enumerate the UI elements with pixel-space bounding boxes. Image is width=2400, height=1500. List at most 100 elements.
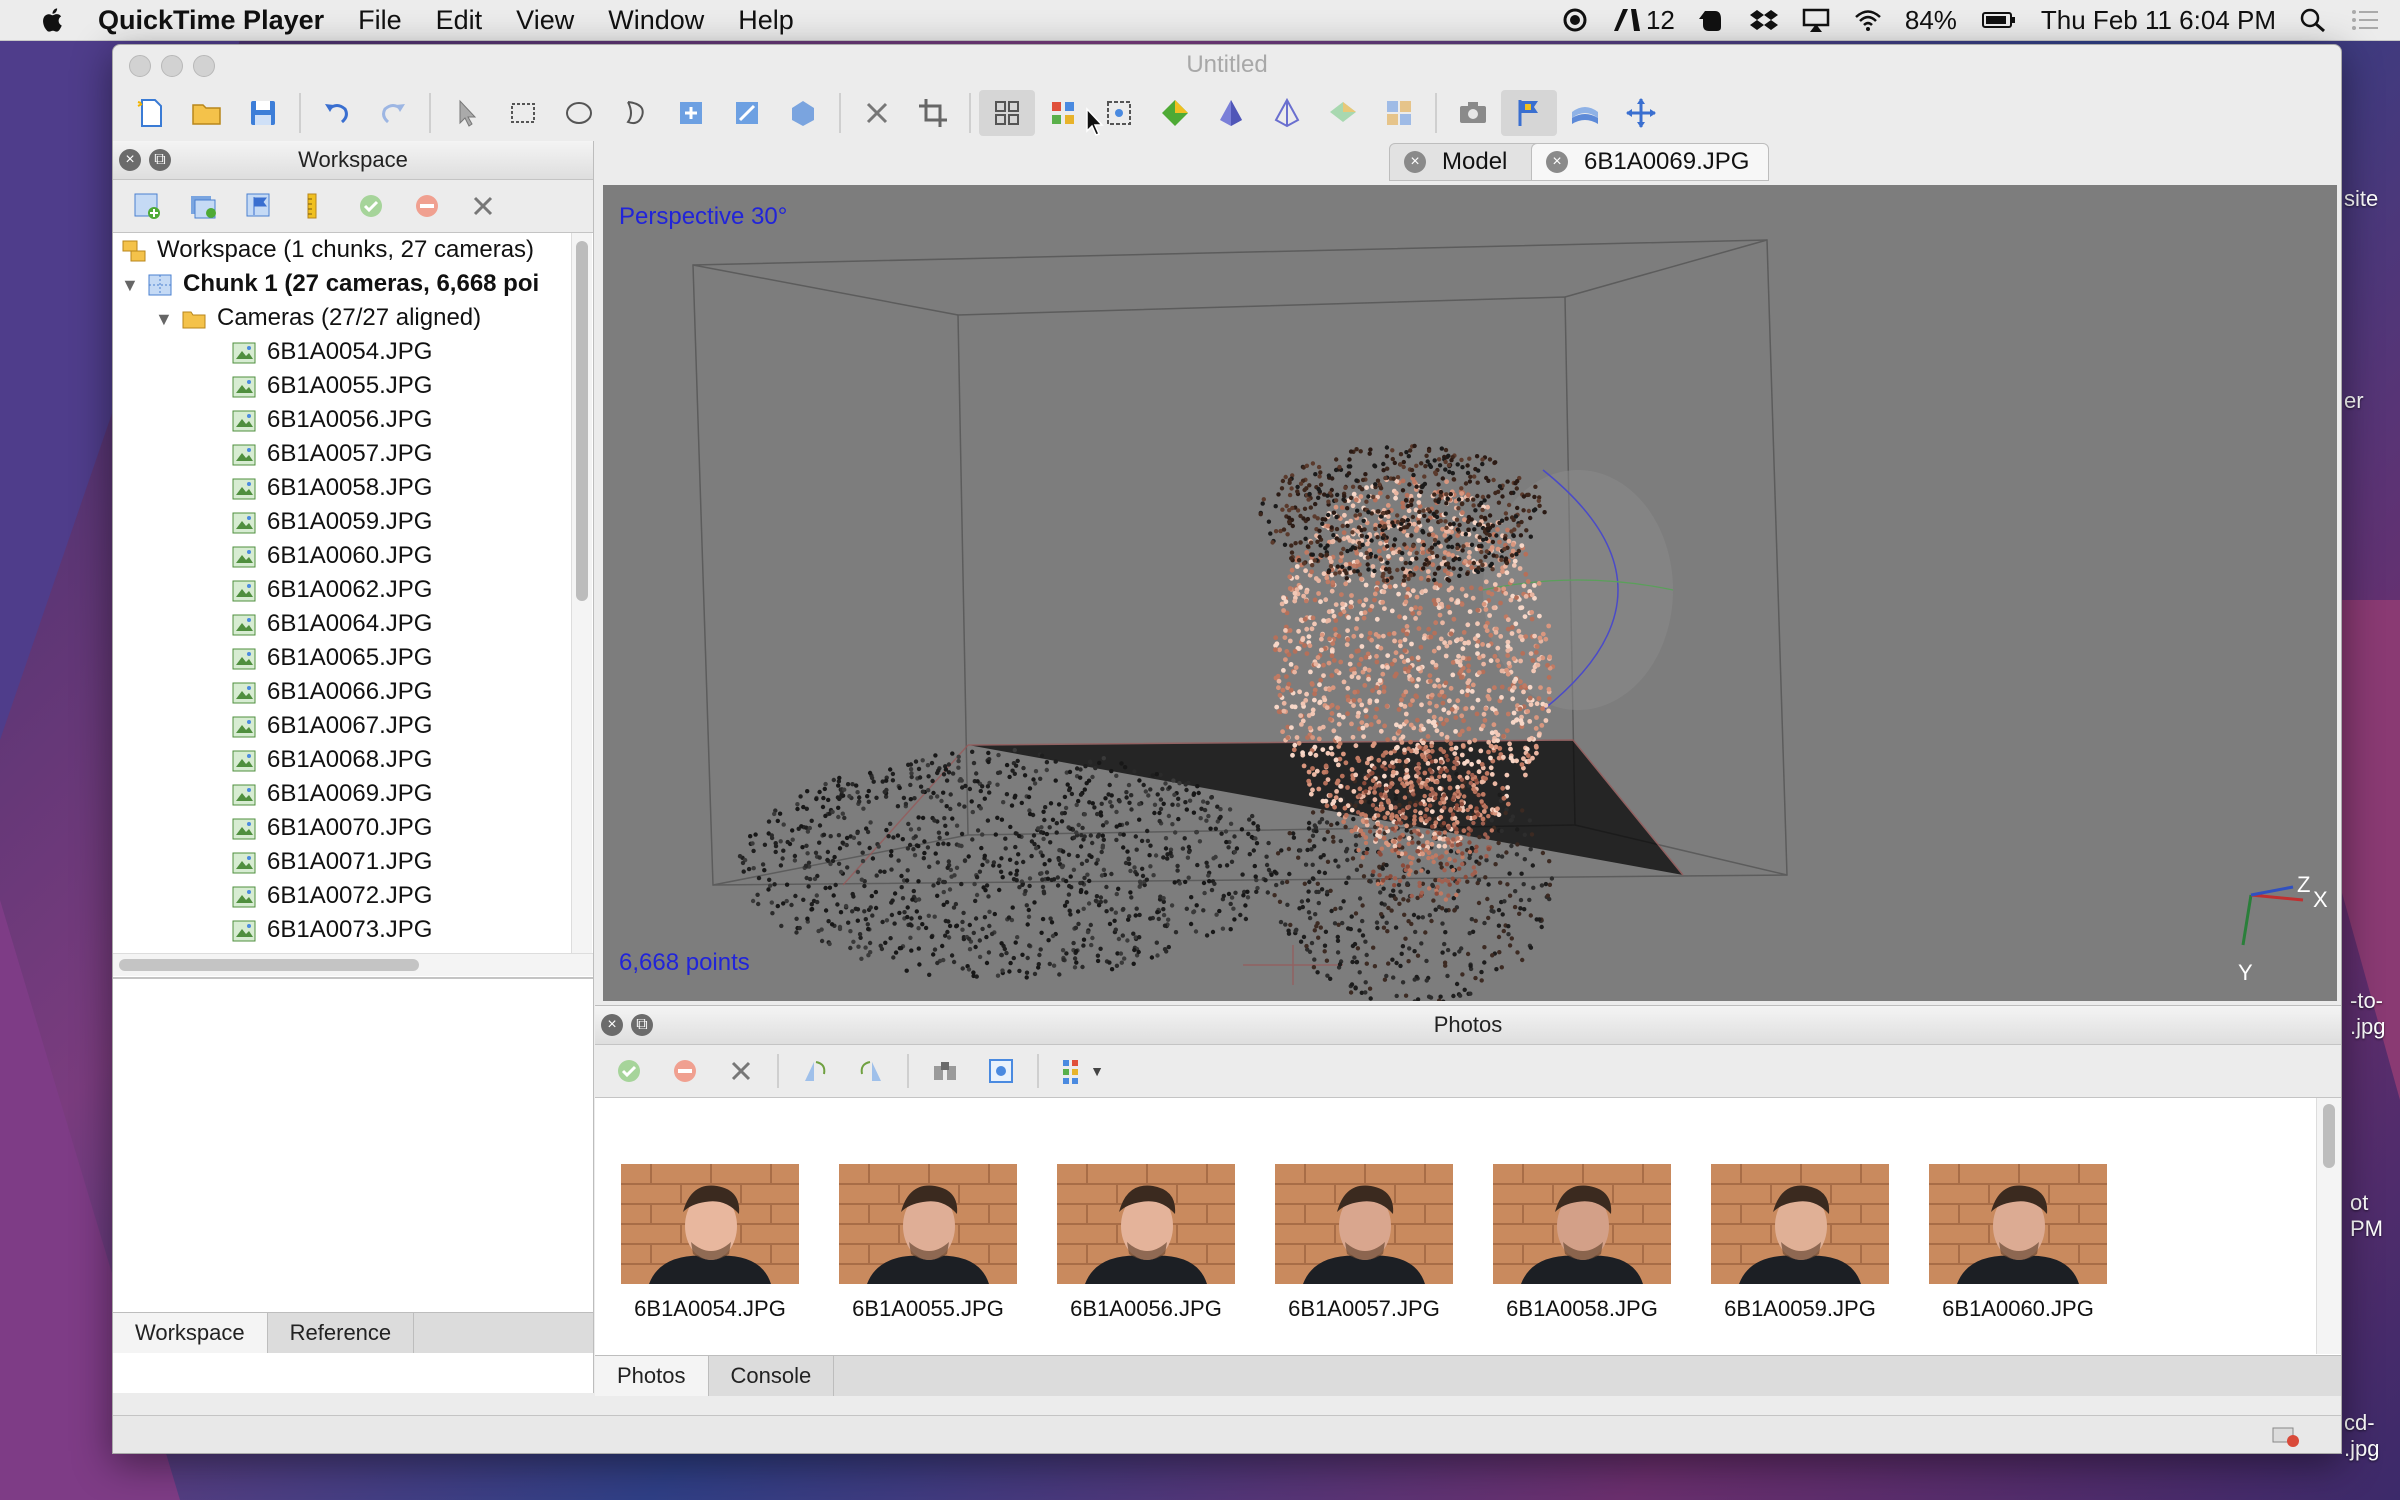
rotate-left-button[interactable] [843,1049,899,1093]
tree-chunk[interactable]: ▼ Chunk 1 (27 cameras, 6,668 poi [113,267,571,301]
desktop-file-label[interactable]: er [2344,388,2364,414]
tree-cameras-folder[interactable]: ▼ Cameras (27/27 aligned) [113,301,571,335]
app-menu[interactable]: QuickTime Player [98,5,324,36]
undo-button[interactable] [309,90,365,136]
tab-photo-view[interactable]: × 6B1A0069.JPG [1531,143,1769,181]
record-icon[interactable] [1560,7,1590,33]
camera-item[interactable]: 6B1A0067.JPG [113,709,571,743]
photo-thumbnail[interactable] [1711,1164,1889,1284]
float-panel-button[interactable]: ⧉ [149,149,171,171]
photo-thumbnail[interactable] [1493,1164,1671,1284]
camera-item[interactable]: 6B1A0059.JPG [113,505,571,539]
float-panel-button[interactable]: ⧉ [631,1014,653,1036]
menu-view[interactable]: View [516,5,574,36]
desktop-file-label[interactable]: site [2344,186,2378,212]
menu-file[interactable]: File [358,5,402,36]
remove-cameras-button[interactable] [713,1049,769,1093]
zoom-window-button[interactable] [193,55,215,77]
desktop-file-label[interactable]: cd- .jpg [2344,1410,2379,1462]
add-marker-button[interactable] [231,184,287,228]
view-photo-button[interactable] [973,1049,1029,1093]
tree-scroll-thumb[interactable] [576,241,588,601]
camera-item[interactable]: 6B1A0068.JPG [113,743,571,777]
remove-items-button[interactable] [455,184,511,228]
dropbox-icon[interactable] [1749,7,1779,33]
disable-button[interactable] [399,184,455,228]
close-panel-button[interactable]: × [119,149,141,171]
photo-thumbnail[interactable] [1929,1164,2107,1284]
crop-selection-button[interactable] [905,90,961,136]
airplay-icon[interactable] [1801,7,1831,33]
tree-root[interactable]: Workspace (1 chunks, 27 cameras) [113,233,571,267]
pointer-button[interactable] [439,90,495,136]
chevron-down-icon[interactable]: ▼ [155,302,181,336]
tree-vertical-scrollbar[interactable] [571,233,592,953]
camera-item[interactable]: 6B1A0057.JPG [113,437,571,471]
show-cameras-button[interactable] [1445,90,1501,136]
free-selection-button[interactable] [607,90,663,136]
battery-icon[interactable] [1979,7,2019,33]
enable-button[interactable] [343,184,399,228]
desktop-file-label[interactable]: -to- .jpg [2350,988,2385,1040]
reset-view-button[interactable] [1371,90,1427,136]
camera-item[interactable]: 6B1A0060.JPG [113,539,571,573]
tab-console[interactable]: Console [709,1356,835,1396]
network-status-icon[interactable] [2271,1424,2301,1448]
camera-item[interactable]: 6B1A0065.JPG [113,641,571,675]
textured-button[interactable] [1315,90,1371,136]
move-region-button[interactable] [719,90,775,136]
camera-item[interactable]: 6B1A0055.JPG [113,369,571,403]
battery-percent[interactable]: 84% [1905,5,1957,36]
tab-photos[interactable]: Photos [595,1356,709,1396]
tab-workspace[interactable]: Workspace [113,1313,268,1353]
point-cloud-button[interactable] [979,90,1035,136]
pan-button[interactable] [1613,90,1669,136]
rotate-right-button[interactable] [787,1049,843,1093]
wifi-icon[interactable] [1853,7,1883,33]
close-panel-button[interactable]: × [601,1014,623,1036]
photo-thumbnail[interactable] [621,1164,799,1284]
camera-item[interactable]: 6B1A0064.JPG [113,607,571,641]
delete-selection-button[interactable] [849,90,905,136]
tab-model[interactable]: × Model [1389,143,1551,181]
rotate-object-button[interactable] [663,90,719,136]
camera-calibration-button[interactable] [917,1049,973,1093]
tree-horizontal-scrollbar[interactable] [113,953,593,976]
wireframe-button[interactable] [1259,90,1315,136]
photos-vertical-scrollbar[interactable] [2316,1098,2341,1354]
photo-thumbnail[interactable] [1275,1164,1453,1284]
camera-item[interactable]: 6B1A0058.JPG [113,471,571,505]
show-markers-button[interactable] [1501,90,1557,136]
add-photos-button[interactable] [175,184,231,228]
resize-region-button[interactable] [775,90,831,136]
camera-item[interactable]: 6B1A0056.JPG [113,403,571,437]
camera-item[interactable]: 6B1A0069.JPG [113,777,571,811]
dense-cloud-button[interactable] [1035,90,1091,136]
camera-item[interactable]: 6B1A0073.JPG [113,913,571,947]
close-tab-icon[interactable]: × [1546,151,1568,173]
camera-item[interactable]: 6B1A0054.JPG [113,335,571,369]
minimize-window-button[interactable] [161,55,183,77]
disable-cameras-button[interactable] [657,1049,713,1093]
photos-scroll-thumb[interactable] [2323,1104,2335,1168]
apple-icon[interactable] [38,5,68,35]
desktop-file-label[interactable]: ot PM [2350,1190,2383,1242]
camera-item[interactable]: 6B1A0070.JPG [113,811,571,845]
new-doc-button[interactable] [123,90,179,136]
close-tab-icon[interactable]: × [1404,151,1426,173]
camera-item[interactable]: 6B1A0072.JPG [113,879,571,913]
camera-item[interactable]: 6B1A0066.JPG [113,675,571,709]
circle-selection-button[interactable] [551,90,607,136]
photo-thumbnail[interactable] [1057,1164,1235,1284]
view-mode-dropdown[interactable]: ▼ [1047,1049,1117,1093]
clock[interactable]: Thu Feb 11 6:04 PM [2041,5,2276,36]
point-cloud-render[interactable]: Y Z X [603,185,2337,1001]
camera-item[interactable]: 6B1A0062.JPG [113,573,571,607]
chevron-down-icon[interactable]: ▼ [121,268,147,302]
add-scalebar-button[interactable] [287,184,343,228]
tree-hscroll-thumb[interactable] [119,959,419,971]
photo-thumbnail[interactable] [839,1164,1017,1284]
evernote-icon[interactable] [1697,7,1727,33]
spotlight-search-icon[interactable] [2298,7,2328,33]
camera-item[interactable]: 6B1A0071.JPG [113,845,571,879]
